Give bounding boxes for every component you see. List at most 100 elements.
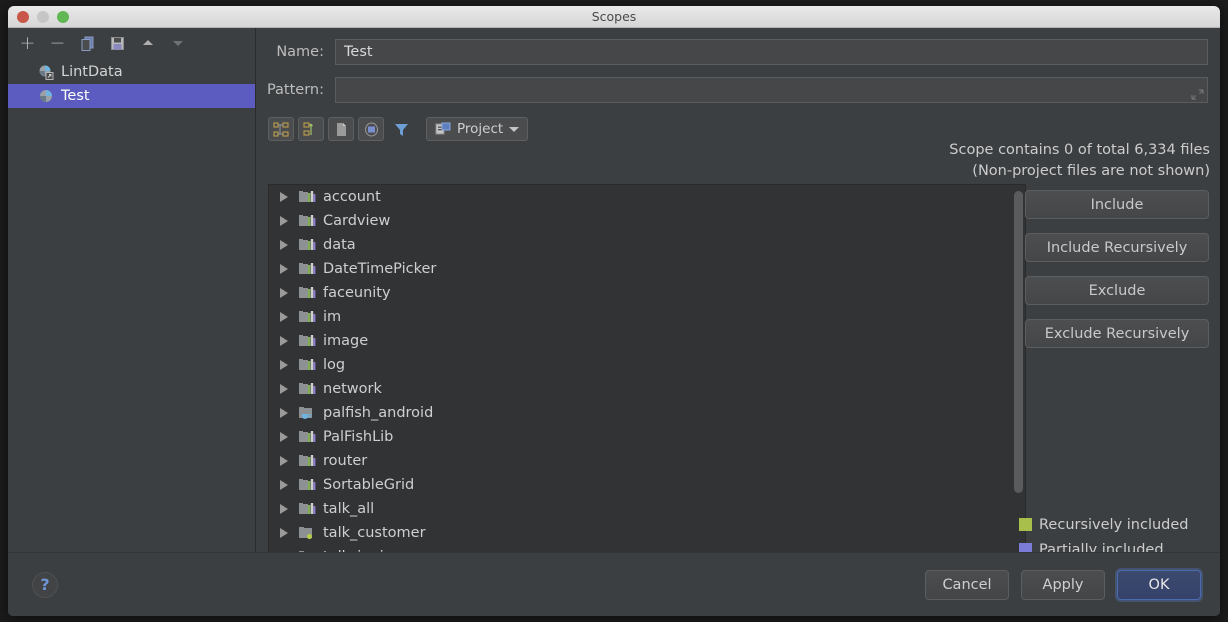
module-icon — [299, 263, 316, 274]
tree-row-label: talk_all — [323, 501, 375, 517]
tree-row[interactable]: Cardview — [269, 209, 1025, 233]
module-icon — [299, 215, 316, 226]
exclude-recursively-button[interactable]: Exclude Recursively — [1025, 319, 1209, 348]
module-icon — [299, 311, 316, 322]
scope-list-item-test[interactable]: Test — [8, 84, 255, 108]
collapse-all-button[interactable] — [298, 117, 324, 141]
tree-row[interactable]: image — [269, 329, 1025, 353]
name-field-row: Name: Test — [257, 38, 1208, 66]
expand-arrow-icon[interactable] — [280, 528, 288, 538]
module-icon — [299, 287, 316, 298]
tree-row[interactable]: talk_customer — [269, 521, 1025, 545]
expand-arrow-icon[interactable] — [280, 312, 288, 322]
tree-row[interactable]: log — [269, 353, 1025, 377]
name-input[interactable]: Test — [335, 39, 1208, 65]
tree-row[interactable]: SortableGrid — [269, 473, 1025, 497]
project-tree-panel[interactable]: account Cardview data DateTimePicker faceuni… — [268, 184, 1026, 562]
project-icon — [435, 122, 451, 134]
save-scope-button[interactable] — [104, 30, 131, 56]
tree-row-label: router — [323, 453, 368, 469]
title-bar: Scopes — [8, 6, 1220, 28]
tree-row[interactable]: palfish_android — [269, 401, 1025, 425]
tree-row-label: data — [323, 237, 356, 253]
arrow-up-icon — [142, 40, 153, 45]
module-icon — [299, 191, 316, 202]
project-view-selector[interactable]: Project — [426, 117, 529, 141]
tree-row[interactable]: account — [269, 185, 1025, 209]
tree-scrollbar-thumb[interactable] — [1014, 191, 1023, 493]
footer-buttons: Cancel Apply OK — [925, 569, 1201, 600]
show-files-button[interactable] — [328, 117, 354, 141]
name-label: Name: — [276, 44, 324, 60]
copy-scope-button[interactable] — [74, 30, 101, 56]
exclude-button[interactable]: Exclude — [1025, 276, 1209, 305]
expand-all-button[interactable] — [268, 117, 294, 141]
expand-arrow-icon[interactable] — [280, 408, 288, 418]
include-recursively-button[interactable]: Include Recursively — [1025, 233, 1209, 262]
save-icon — [111, 36, 124, 50]
tree-row[interactable]: faceunity — [269, 281, 1025, 305]
pattern-input[interactable] — [335, 77, 1208, 103]
scope-list-item-label: LintData — [61, 64, 123, 80]
scope-shared-icon — [39, 65, 54, 80]
move-up-button[interactable] — [134, 30, 161, 56]
expand-arrow-icon[interactable] — [280, 432, 288, 442]
included-files-icon — [364, 122, 378, 136]
include-button[interactable]: Include — [1025, 190, 1209, 219]
scope-list-item-lintdata[interactable]: LintData — [8, 60, 255, 84]
expand-arrow-icon[interactable] — [280, 192, 288, 202]
expand-arrow-icon[interactable] — [280, 336, 288, 346]
expand-arrow-icon[interactable] — [280, 264, 288, 274]
tree-row-label: palfish_android — [323, 405, 434, 421]
pattern-label: Pattern: — [266, 82, 324, 98]
tree-row[interactable]: im — [269, 305, 1025, 329]
tree-row-label: PalFishLib — [323, 429, 394, 445]
expand-arrow-icon[interactable] — [280, 504, 288, 514]
expand-arrow-icon[interactable] — [280, 288, 288, 298]
module-icon — [299, 359, 316, 370]
minus-icon: − — [49, 31, 66, 54]
arrow-down-icon — [172, 41, 183, 46]
tree-row[interactable]: PalFishLib — [269, 425, 1025, 449]
module-icon — [299, 383, 316, 394]
show-included-button[interactable] — [358, 117, 384, 141]
scope-info: Scope contains 0 of total 6,334 files (N… — [949, 140, 1210, 182]
module-icon — [299, 431, 316, 442]
ok-button[interactable]: OK — [1117, 569, 1201, 600]
collapse-tree-icon — [303, 122, 313, 135]
module-icon — [299, 335, 316, 346]
tree-row[interactable]: DateTimePicker — [269, 257, 1025, 281]
tree-row[interactable]: data — [269, 233, 1025, 257]
apply-button[interactable]: Apply — [1021, 569, 1105, 600]
expand-editor-icon[interactable] — [1191, 88, 1204, 101]
tree-scrollbar[interactable] — [1014, 191, 1023, 557]
filter-button[interactable] — [388, 117, 414, 141]
tree-row-label: im — [323, 309, 342, 325]
legend-label: Recursively included — [1039, 516, 1189, 533]
expand-arrow-icon[interactable] — [280, 480, 288, 490]
expand-arrow-icon[interactable] — [280, 360, 288, 370]
expand-arrow-icon[interactable] — [280, 240, 288, 250]
remove-scope-button[interactable]: − — [44, 30, 71, 56]
scope-list: LintData Test — [8, 60, 255, 108]
project-view-selector-label: Project — [457, 121, 504, 137]
cancel-button[interactable]: Cancel — [925, 569, 1009, 600]
add-scope-button[interactable]: + — [14, 30, 41, 56]
help-button[interactable]: ? — [32, 571, 58, 598]
plus-icon: + — [19, 31, 36, 54]
expand-arrow-icon[interactable] — [280, 384, 288, 394]
copy-icon — [81, 36, 94, 51]
tree-row[interactable]: router — [269, 449, 1025, 473]
expand-arrow-icon[interactable] — [280, 216, 288, 226]
help-icon: ? — [40, 575, 50, 594]
tree-row[interactable]: network — [269, 377, 1025, 401]
tree-row[interactable]: talk_all — [269, 497, 1025, 521]
move-down-button[interactable] — [164, 30, 191, 56]
expand-arrow-icon[interactable] — [280, 456, 288, 466]
scopes-sidebar: + − LintData Test — [8, 28, 256, 552]
tree-row-label: talk_customer — [323, 525, 426, 541]
tree-row-label: SortableGrid — [323, 477, 415, 493]
scope-info-line-1: Scope contains 0 of total 6,334 files — [949, 142, 1210, 158]
tree-row-label: Cardview — [323, 213, 391, 229]
legend-color-swatch — [1019, 518, 1032, 531]
